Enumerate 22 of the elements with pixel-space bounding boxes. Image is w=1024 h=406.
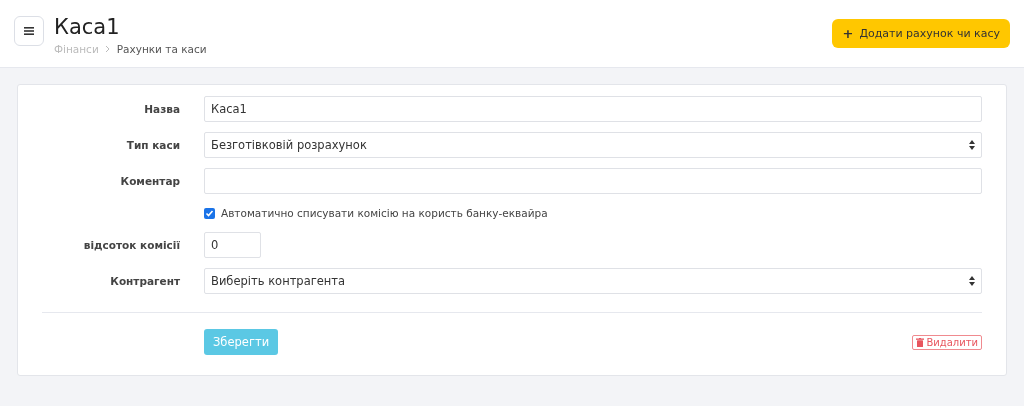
text-field[interactable]: Каса1: [204, 96, 982, 122]
field-label: Коментар: [119, 175, 180, 187]
text-field[interactable]: [204, 168, 982, 194]
trash-icon: [916, 337, 925, 347]
select-field[interactable]: Безготівковій розрахунок: [204, 132, 982, 158]
sort-arrows-icon: [969, 140, 975, 150]
chevron-icon: [104, 44, 111, 53]
field-label: відсоток комісії: [82, 239, 180, 251]
add-account-button[interactable]: + Додати рахунок чи касу: [832, 19, 1010, 48]
field-label: Контрагент: [109, 275, 180, 287]
menu-icon: [24, 26, 34, 35]
page-title: Каса1: [54, 13, 121, 41]
breadcrumb-current: Рахунки та каси: [116, 42, 207, 55]
checkbox[interactable]: [204, 207, 215, 219]
select-field[interactable]: Виберіть контрагента: [204, 268, 982, 294]
field-label: Тип каси: [125, 139, 180, 151]
checkbox-label: Автоматично списувати комісію на користь банку-еквайра: [221, 207, 548, 219]
sort-arrows-icon: [969, 276, 975, 286]
menu-button[interactable]: [14, 15, 44, 46]
number-field[interactable]: 0: [204, 232, 261, 258]
field-label: Назва: [143, 103, 180, 115]
delete-button[interactable]: Видалити: [912, 334, 982, 350]
